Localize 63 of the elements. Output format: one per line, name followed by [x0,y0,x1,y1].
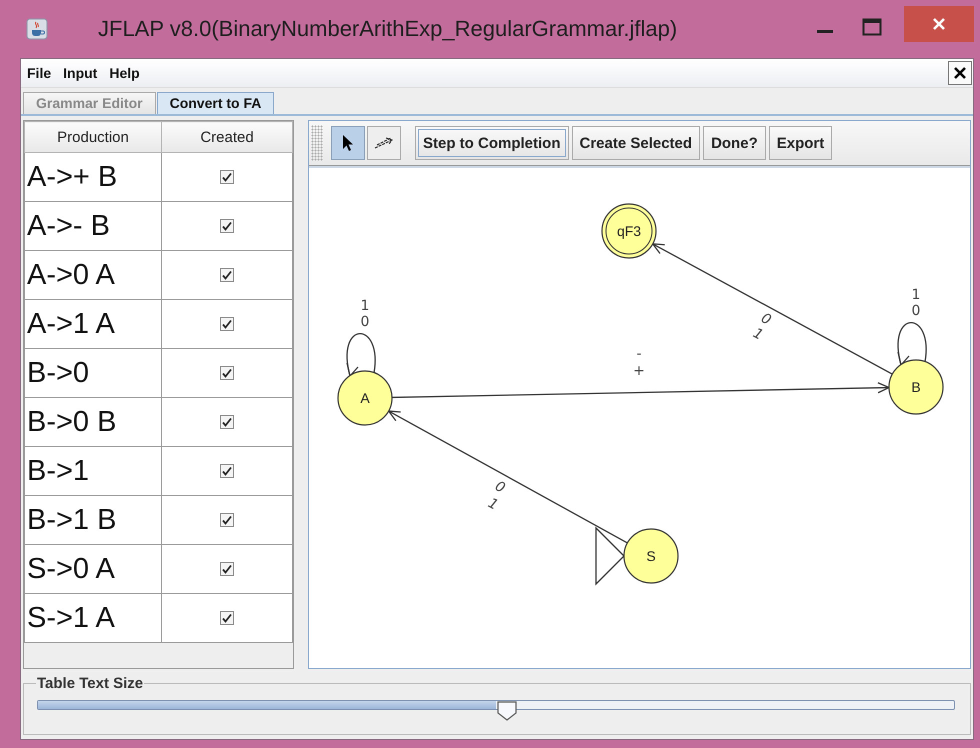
close-icon [932,17,946,31]
transition-label: 0 [492,478,508,497]
arrow-icon [374,137,394,149]
transition-label: - [636,346,642,362]
table-cell: B->0 B [24,398,162,446]
close-button[interactable] [904,6,974,42]
table-cell: A->1 A [24,300,162,348]
checkbox[interactable] [220,218,234,233]
loop-arrow [346,333,376,378]
initial-marker [595,526,625,586]
transition-label: 1 [912,287,920,303]
checkbox[interactable] [220,562,234,576]
table-cell: B->1 [24,446,162,496]
checkbox[interactable] [220,268,234,282]
maximize-icon[interactable] [862,18,882,36]
pointer-icon [342,134,354,152]
toolbar-button[interactable]: Done? [703,126,766,160]
tab[interactable]: Convert to FA [156,92,274,114]
toolbar-grip[interactable] [311,125,323,161]
state-node[interactable] [337,370,393,426]
transition-label: + [633,363,645,379]
close-tab-button[interactable] [948,61,972,85]
table-cell: A->+ B [24,152,162,202]
menu-item[interactable]: File [27,65,52,81]
column-header: Production [24,122,162,152]
state-label: B [911,379,921,395]
state-node[interactable] [888,359,944,415]
checkbox[interactable] [220,512,234,527]
checkbox[interactable] [220,464,234,478]
state-label: qF3 [616,223,642,239]
checkbox[interactable] [220,414,234,429]
toolbar-button[interactable]: Step to Completion [415,126,568,160]
table-cell: B->1 B [24,496,162,544]
pointer-tool-button[interactable] [331,126,365,160]
menu-item[interactable]: Help [109,65,140,81]
state-node[interactable] [623,528,679,584]
transition-label: 0 [360,314,370,330]
menu-item[interactable]: Input [63,65,98,81]
table-cell: S->1 A [24,594,162,642]
transition-label: 0 [912,303,920,319]
state-label: S [646,548,656,564]
java-cup-icon [26,18,48,40]
checkbox[interactable] [220,316,234,331]
slider-thumb[interactable] [496,701,518,721]
table-cell: S->0 A [24,544,162,594]
transition-tool-button[interactable] [367,126,401,160]
close-icon [953,66,967,80]
table-cell: B->0 [24,348,162,398]
checkbox[interactable] [220,170,234,184]
loop-arrow [897,322,927,366]
state-node[interactable] [601,203,657,259]
checkbox[interactable] [220,366,234,380]
table-cell: A->0 A [24,250,162,300]
group-label: Table Text Size [36,675,144,692]
checkbox[interactable] [220,610,234,625]
table-cell: A->- B [24,202,162,250]
window-title: JFLAP v8.0(BinaryNumberArithExp_RegularGrammar.jflap) [98,16,678,42]
state-label: A [360,390,370,406]
transition-label: 1 [485,495,501,514]
column-header: Created [162,122,292,152]
transition-label: 1 [360,298,370,314]
toolbar-button[interactable]: Export [768,126,832,160]
toolbar-button[interactable]: Create Selected [572,126,700,160]
